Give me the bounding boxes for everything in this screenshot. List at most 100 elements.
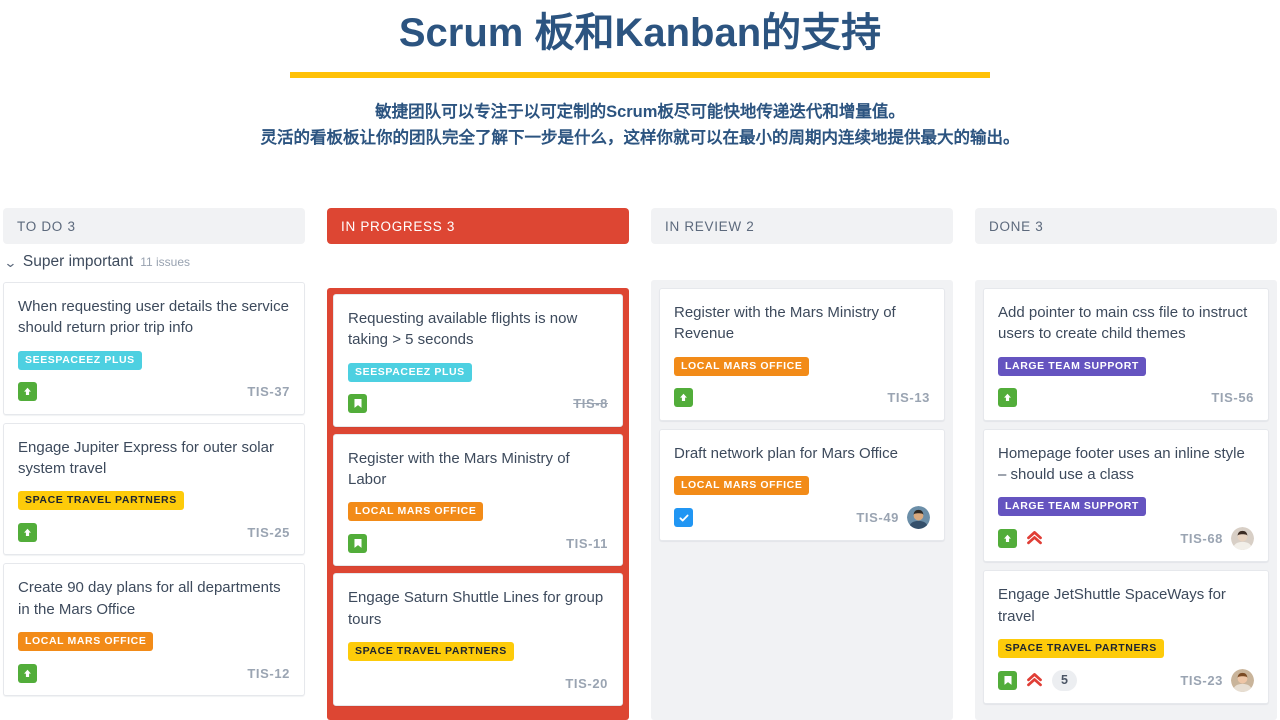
chevron-down-icon[interactable]: ⌄ — [4, 256, 18, 269]
issue-key[interactable]: TIS-13 — [887, 390, 930, 405]
card-footer: 5 TIS-23 — [998, 669, 1254, 693]
priority-up-icon[interactable] — [18, 382, 37, 402]
avatar[interactable] — [907, 506, 930, 530]
card-footer: TIS-8 — [348, 393, 608, 415]
issue-title: Engage Saturn Shuttle Lines for group to… — [348, 589, 604, 628]
issue-label[interactable]: LOCAL MARS OFFICE — [674, 476, 810, 496]
priority-up-icon[interactable] — [18, 522, 37, 542]
card-footer: TIS-49 — [674, 506, 930, 530]
issue-key[interactable]: TIS-23 — [1180, 673, 1223, 688]
priority-up-icon[interactable] — [18, 663, 37, 683]
card-footer-right: TIS-11 — [566, 536, 608, 551]
issue-card[interactable]: Create 90 day plans for all departments … — [3, 563, 305, 697]
subtitle-line-2: 灵活的看板板让你的团队完全了解下一步是什么，这样你就可以在最小的周期内连续地提供… — [260, 128, 1020, 147]
card-footer-right: TIS-13 — [887, 390, 930, 405]
issue-label[interactable]: SEESPACEEZ PLUS — [348, 362, 472, 382]
board-column-inreview: IN REVIEW 2 Register with the Mars Minist… — [651, 208, 953, 720]
title-divider — [290, 72, 990, 78]
card-footer-right: TIS-37 — [247, 384, 290, 399]
issue-card[interactable]: Homepage footer uses an inline style – s… — [983, 428, 1269, 563]
story-bookmark-icon[interactable] — [348, 533, 367, 553]
issue-count-badge[interactable]: 5 — [1052, 670, 1077, 692]
issue-label[interactable]: LARGE TEAM SUPPORT — [998, 356, 1146, 376]
card-list-inprogress: Requesting available flights is now taki… — [327, 288, 629, 720]
priority-up-icon[interactable] — [674, 388, 693, 408]
task-check-icon[interactable] — [674, 508, 693, 528]
avatar[interactable] — [1231, 669, 1254, 693]
column-header-todo[interactable]: TO DO 3 — [3, 208, 305, 244]
issue-title: Draft network plan for Mars Office — [674, 444, 898, 462]
issue-label[interactable]: LOCAL MARS OFFICE — [674, 356, 810, 376]
issue-label[interactable]: SPACE TRAVEL PARTNERS — [18, 491, 184, 511]
card-footer-left — [998, 388, 1017, 408]
issue-card[interactable]: Engage Saturn Shuttle Lines for group to… — [333, 573, 623, 707]
issue-card[interactable]: Register with the Mars Ministry of Labor… — [333, 433, 623, 567]
issue-card[interactable]: Draft network plan for Mars Office LOCAL … — [659, 428, 945, 542]
column-header-done[interactable]: DONE 3 — [975, 208, 1277, 244]
priority-up-icon[interactable] — [998, 529, 1017, 549]
issue-key[interactable]: TIS-8 — [573, 396, 608, 411]
issue-label[interactable]: SPACE TRAVEL PARTNERS — [998, 639, 1164, 659]
issue-label[interactable]: LOCAL MARS OFFICE — [348, 502, 484, 522]
priority-highest-icon[interactable] — [1026, 530, 1043, 547]
card-footer-right: TIS-23 — [1180, 669, 1254, 693]
card-footer-left — [674, 388, 693, 408]
issue-title: Requesting available flights is now taki… — [348, 310, 578, 349]
swimlane-header[interactable]: ⌄ Super important 11 issues — [3, 244, 305, 280]
card-footer-left: 5 — [998, 670, 1077, 692]
issue-key[interactable]: TIS-12 — [247, 666, 290, 681]
card-footer: TIS-11 — [348, 532, 608, 554]
column-header-inprogress[interactable]: IN PROGRESS 3 — [327, 208, 629, 244]
card-list-done: Add pointer to main css file to instruct… — [975, 280, 1277, 720]
board-column-inprogress: IN PROGRESS 3 Requesting available flight… — [327, 208, 629, 720]
priority-highest-icon[interactable] — [1026, 672, 1043, 689]
issue-key[interactable]: TIS-56 — [1211, 390, 1254, 405]
issue-key[interactable]: TIS-11 — [566, 536, 608, 551]
issue-title: Register with the Mars Ministry of Reven… — [674, 304, 896, 343]
board-column-todo: TO DO 3 ⌄ Super important 11 issues When req… — [3, 208, 305, 720]
card-footer: TIS-12 — [18, 662, 290, 684]
issue-card[interactable]: Requesting available flights is now taki… — [333, 294, 623, 427]
issue-card[interactable]: When requesting user details the service… — [3, 282, 305, 415]
card-footer-left — [18, 522, 37, 542]
issue-card[interactable]: Register with the Mars Ministry of Reven… — [659, 288, 945, 421]
column-header-inreview[interactable]: IN REVIEW 2 — [651, 208, 953, 244]
card-list-todo: When requesting user details the service… — [3, 280, 305, 720]
issue-title: Homepage footer uses an inline style – s… — [998, 444, 1245, 484]
issue-title: Add pointer to main css file to instruct… — [998, 304, 1248, 343]
swimlane-spacer — [975, 244, 1277, 280]
story-bookmark-icon[interactable] — [998, 671, 1017, 691]
issue-label[interactable]: LOCAL MARS OFFICE — [18, 632, 154, 652]
story-bookmark-icon[interactable] — [348, 394, 367, 414]
kanban-board: TO DO 3 ⌄ Super important 11 issues When req… — [0, 208, 1280, 720]
card-footer-right: TIS-25 — [247, 525, 290, 540]
card-footer-left — [18, 663, 37, 683]
card-footer-right: TIS-56 — [1211, 390, 1254, 405]
issue-key[interactable]: TIS-20 — [565, 676, 608, 691]
issue-key[interactable]: TIS-37 — [247, 384, 290, 399]
card-footer: TIS-37 — [18, 381, 290, 403]
issue-key[interactable]: TIS-68 — [1180, 531, 1223, 546]
avatar[interactable] — [1231, 527, 1254, 551]
card-footer-left — [18, 382, 37, 402]
issue-label[interactable]: LARGE TEAM SUPPORT — [998, 497, 1146, 517]
card-footer: TIS-13 — [674, 387, 930, 409]
slide-header: Scrum 板和Kanban的支持 敏捷团队可以专注于以可定制的Scrum板尽可… — [0, 0, 1280, 151]
issue-label[interactable]: SPACE TRAVEL PARTNERS — [348, 642, 514, 662]
card-footer: TIS-56 — [998, 387, 1254, 409]
issue-card[interactable]: Engage JetShuttle SpaceWays for travel SP… — [983, 570, 1269, 705]
board-column-done: DONE 3 Add pointer to main css file to in… — [975, 208, 1277, 720]
card-footer: TIS-68 — [998, 527, 1254, 551]
card-footer-right: TIS-49 — [856, 506, 930, 530]
issue-key[interactable]: TIS-49 — [856, 510, 899, 525]
card-footer-left — [348, 394, 367, 414]
card-footer-left — [674, 508, 693, 528]
issue-key[interactable]: TIS-25 — [247, 525, 290, 540]
priority-up-icon[interactable] — [998, 388, 1017, 408]
issue-card[interactable]: Add pointer to main css file to instruct… — [983, 288, 1269, 421]
issue-title: Create 90 day plans for all departments … — [18, 579, 281, 618]
card-footer-left — [348, 533, 367, 553]
issue-label[interactable]: SEESPACEEZ PLUS — [18, 350, 142, 370]
issue-card[interactable]: Engage Jupiter Express for outer solar s… — [3, 422, 305, 556]
swimlane-issue-count: 11 issues — [140, 255, 190, 269]
